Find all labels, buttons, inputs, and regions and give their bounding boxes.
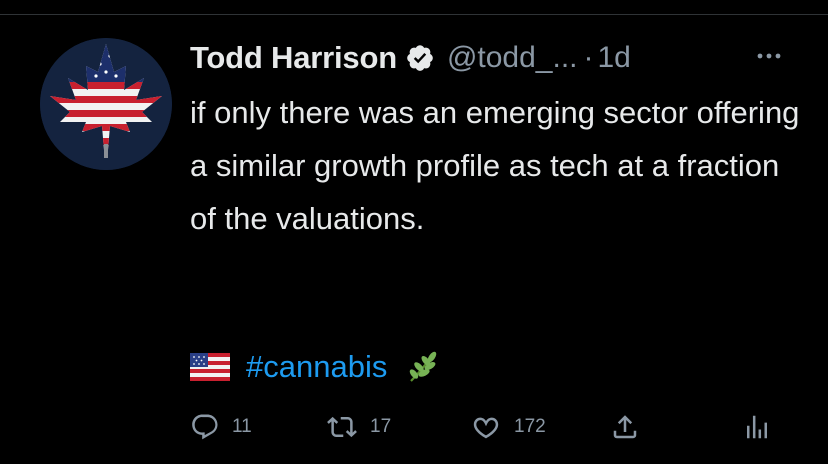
author-handle[interactable]: @todd_... xyxy=(447,41,578,75)
like-button[interactable]: 172 xyxy=(470,404,546,450)
retweet-count: 17 xyxy=(370,416,392,437)
more-horizontal-icon[interactable] xyxy=(752,46,786,66)
heart-icon xyxy=(473,417,499,439)
author-name[interactable]: Todd Harrison xyxy=(190,40,397,76)
analytics-button[interactable] xyxy=(742,404,772,450)
retweet-button[interactable]: 17 xyxy=(326,404,391,450)
analytics-icon xyxy=(747,415,767,439)
avatar[interactable] xyxy=(40,38,172,170)
top-divider xyxy=(0,14,828,15)
cannabis-flag-leaf-icon xyxy=(40,38,172,170)
tweet-header: Todd Harrison @todd_... · 1d xyxy=(190,36,631,80)
tweet-actions: 11 17 172 xyxy=(0,404,828,450)
herb-emoji xyxy=(405,349,441,385)
reply-button[interactable]: 11 xyxy=(190,404,252,450)
like-count: 172 xyxy=(514,416,546,437)
tweet-text: if only there was an emerging sector off… xyxy=(190,95,800,236)
hashtag-line: #cannabis xyxy=(190,343,441,391)
hashtag-link[interactable]: #cannabis xyxy=(246,349,387,385)
share-button[interactable] xyxy=(610,404,640,450)
us-flag-emoji xyxy=(190,353,230,381)
share-icon xyxy=(613,415,637,439)
timestamp[interactable]: 1d xyxy=(598,41,631,75)
retweet-icon xyxy=(327,416,357,438)
dot-separator: · xyxy=(583,41,594,74)
reply-icon xyxy=(192,414,218,440)
verified-badge-icon xyxy=(405,43,435,73)
reply-count: 11 xyxy=(232,416,252,437)
